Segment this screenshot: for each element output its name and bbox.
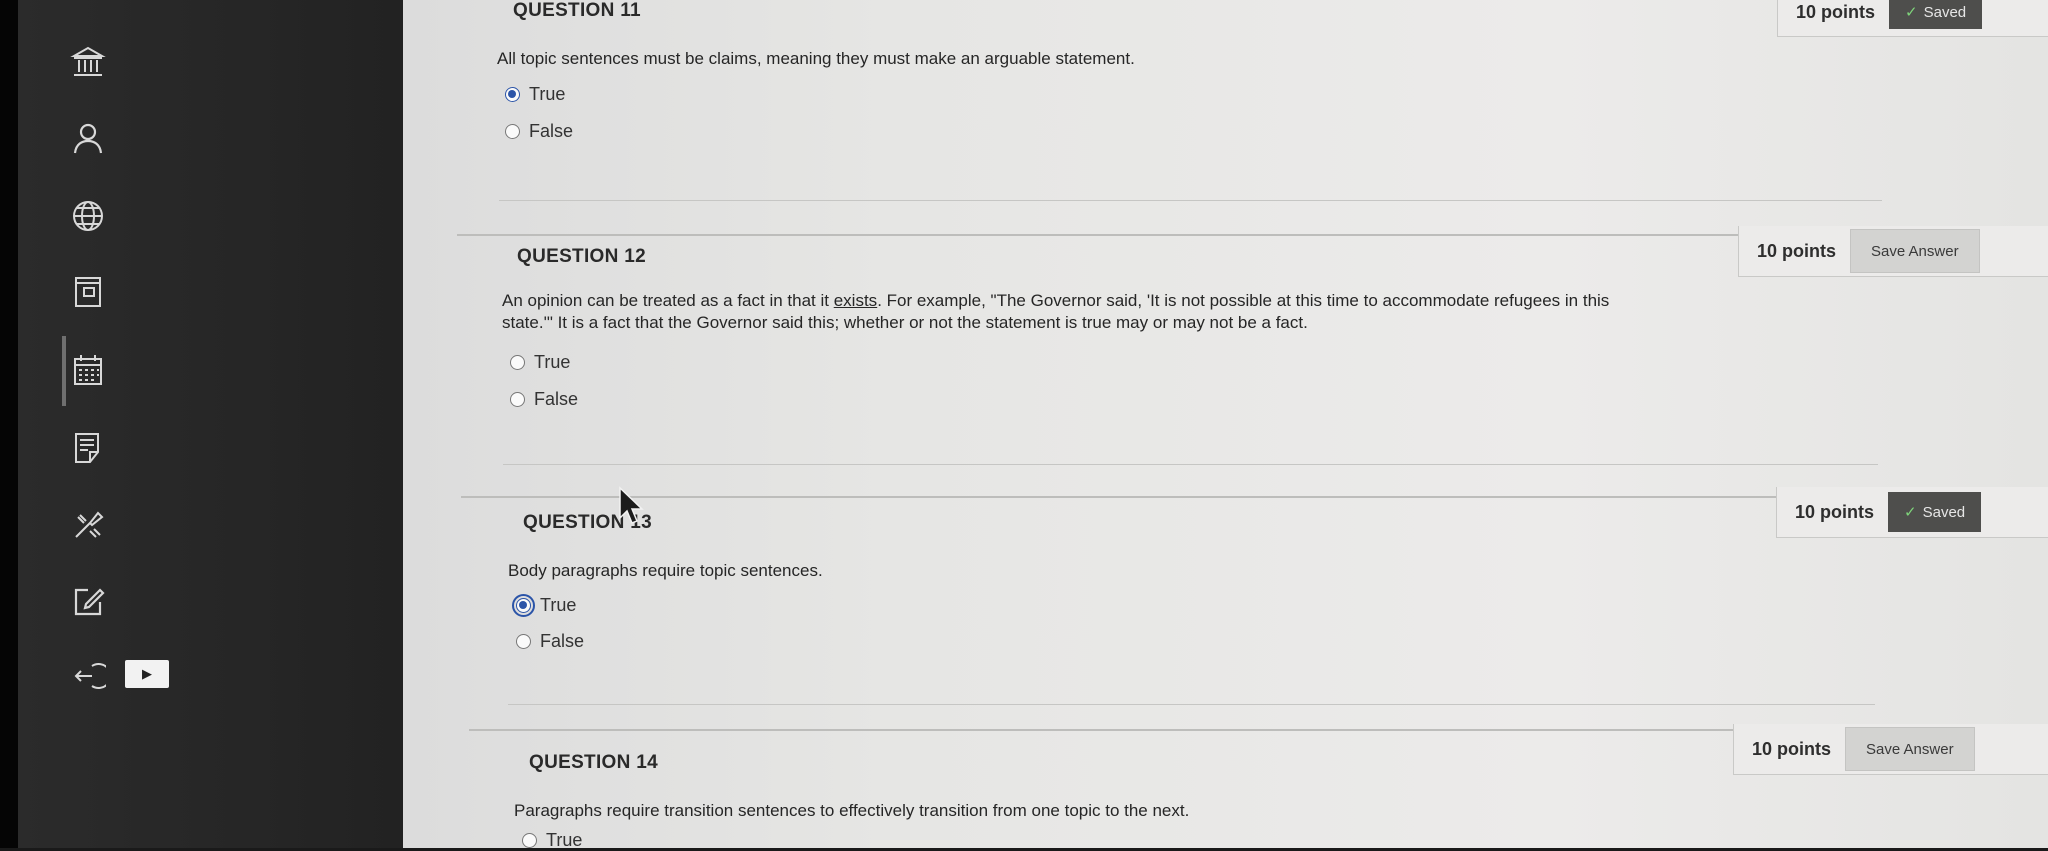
- option-label: True: [529, 84, 566, 104]
- radio-button[interactable]: [505, 87, 520, 102]
- points-panel: 10 points Save Answer: [1733, 724, 2048, 775]
- points-value: 10 points: [1752, 738, 1832, 759]
- save-answer-button[interactable]: Save Answer: [1850, 229, 1980, 273]
- question-title: QUESTION 14: [529, 752, 658, 773]
- question-text: All topic sentences must be claims, mean…: [497, 49, 1135, 68]
- institution-icon[interactable]: [68, 42, 108, 82]
- option-true[interactable]: True: [512, 594, 577, 617]
- calendar-icon[interactable]: [68, 350, 108, 390]
- radio-button[interactable]: [522, 833, 537, 848]
- question-text: Body paragraphs require topic sentences.: [508, 561, 823, 580]
- divider: [508, 704, 1875, 705]
- question-title: QUESTION 12: [517, 246, 646, 267]
- option-label: True: [534, 352, 571, 372]
- grades-icon[interactable]: [68, 428, 108, 468]
- exists-link[interactable]: exists: [834, 291, 877, 310]
- check-icon: ✓: [1904, 504, 1917, 521]
- option-label: True: [540, 595, 577, 615]
- divider: [503, 464, 1878, 465]
- save-answer-button[interactable]: Save Answer: [1845, 727, 1975, 771]
- globe-icon[interactable]: [68, 196, 108, 236]
- option-true[interactable]: True: [510, 352, 570, 373]
- option-true[interactable]: True: [505, 84, 565, 105]
- play-button[interactable]: ▶: [125, 660, 169, 688]
- play-icon: ▶: [142, 666, 152, 681]
- check-icon: ✓: [1905, 4, 1918, 21]
- logout-icon[interactable]: [68, 656, 108, 696]
- question-text: Paragraphs require transition sentences …: [514, 801, 1190, 820]
- edit-icon[interactable]: [68, 582, 108, 622]
- saved-status: ✓ Saved: [1888, 492, 1982, 532]
- active-indicator: [62, 336, 66, 406]
- test-content: QUESTION 11 All topic sentences must be …: [403, 0, 2048, 850]
- question-title: QUESTION 11: [513, 0, 641, 21]
- points-value: 10 points: [1796, 1, 1876, 22]
- nav-sidebar: ▶: [18, 0, 403, 848]
- option-false[interactable]: False: [505, 121, 573, 142]
- radio-button[interactable]: [516, 634, 531, 649]
- saved-status: ✓ Saved: [1889, 0, 1983, 29]
- courses-icon[interactable]: [68, 272, 108, 312]
- points-value: 10 points: [1757, 240, 1837, 261]
- radio-button[interactable]: [505, 124, 520, 139]
- points-panel: 10 points ✓ Saved: [1776, 487, 2048, 538]
- radio-button[interactable]: [510, 355, 525, 370]
- option-false[interactable]: False: [516, 631, 584, 652]
- option-label: False: [529, 121, 574, 141]
- question-text: An opinion can be treated as a fact in t…: [502, 291, 1610, 332]
- screen-bezel: [0, 0, 18, 848]
- mouse-cursor-icon: [619, 486, 644, 524]
- option-label: False: [540, 631, 585, 651]
- option-false[interactable]: False: [510, 389, 578, 410]
- points-value: 10 points: [1795, 501, 1875, 522]
- tools-icon[interactable]: [68, 505, 108, 545]
- user-icon[interactable]: [68, 118, 108, 158]
- radio-button[interactable]: [512, 594, 535, 617]
- option-label: False: [534, 389, 579, 409]
- points-panel: 10 points Save Answer: [1738, 226, 2048, 277]
- divider: [499, 200, 1882, 201]
- points-panel: 10 points ✓ Saved: [1777, 0, 2048, 37]
- radio-button[interactable]: [510, 392, 525, 407]
